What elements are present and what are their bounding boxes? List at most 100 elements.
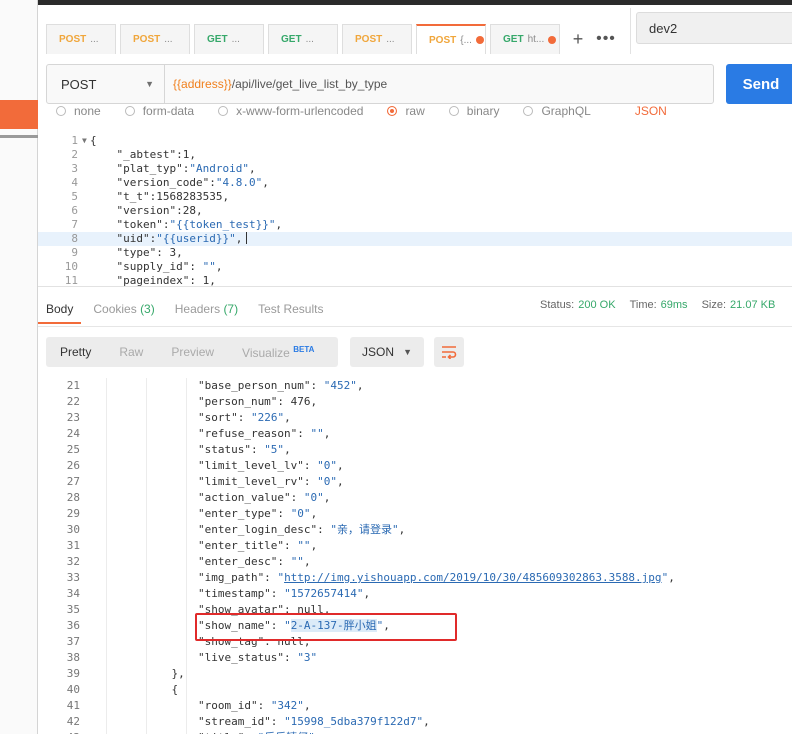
response-tab-count: (7) bbox=[223, 302, 239, 316]
body-type-option[interactable]: raw bbox=[387, 106, 425, 120]
request-tab[interactable]: POST... bbox=[342, 24, 412, 54]
response-text: "title": "乐乐精仔", bbox=[92, 730, 322, 734]
response-text: "base_person_num": "452", bbox=[92, 379, 364, 392]
view-mode-label: Preview bbox=[171, 345, 215, 359]
body-type-option[interactable]: form-data bbox=[124, 106, 194, 120]
response-status: Status: 200 OK Time: 69ms Size: 21.07 KB bbox=[540, 299, 789, 311]
request-tab[interactable]: POST... bbox=[46, 24, 116, 54]
pane-divider[interactable] bbox=[38, 286, 792, 287]
response-text: "action_value": "0", bbox=[92, 491, 331, 504]
time-label: Time: bbox=[629, 299, 657, 311]
tab-options-button[interactable]: ••• bbox=[592, 26, 620, 52]
chevron-down-icon: ▼ bbox=[403, 347, 412, 357]
line-number: 5 bbox=[71, 190, 78, 203]
request-tab[interactable]: POST... bbox=[120, 24, 190, 54]
text-cursor bbox=[246, 232, 248, 244]
response-tab[interactable]: Test Results bbox=[250, 294, 331, 324]
unsaved-dot-icon bbox=[475, 36, 484, 44]
view-mode-button[interactable]: Visualize BETA bbox=[228, 345, 328, 360]
size-value[interactable]: 21.07 KB bbox=[730, 299, 775, 311]
line-number: 22 bbox=[66, 395, 80, 408]
line-number: 37 bbox=[66, 635, 80, 648]
request-tab[interactable]: GET... bbox=[268, 24, 338, 54]
view-mode-button[interactable]: Raw bbox=[105, 345, 157, 359]
body-type-option[interactable]: none bbox=[56, 106, 101, 120]
line-number: 25 bbox=[66, 443, 80, 456]
line-number: 2 bbox=[71, 148, 78, 161]
tab-name: ht... bbox=[527, 34, 545, 45]
tab-name: ... bbox=[164, 34, 173, 45]
code-text: "t_t":1568283535, bbox=[90, 190, 230, 203]
fold-icon bbox=[82, 190, 90, 204]
response-tab-label: Body bbox=[46, 302, 74, 316]
code-text: "token":"{{token_test}}", bbox=[90, 218, 283, 231]
response-line: 34 "timestamp": "1572657414", bbox=[38, 586, 792, 602]
response-tabs-underline bbox=[38, 326, 792, 327]
line-number: 6 bbox=[71, 204, 78, 217]
response-tab-label: Test Results bbox=[258, 302, 324, 316]
background-window-strip bbox=[0, 0, 38, 734]
url-input[interactable]: {{address}}/api/live/get_live_list_by_ty… bbox=[165, 77, 387, 91]
response-text: "stream_id": "15998_5dba379f122d7", bbox=[92, 715, 430, 728]
body-type-option[interactable]: x-www-form-urlencoded bbox=[218, 106, 363, 120]
line-number: 39 bbox=[66, 667, 80, 680]
response-line: 23 "sort": "226", bbox=[38, 410, 792, 426]
response-line: 28 "action_value": "0", bbox=[38, 490, 792, 506]
tab-name: ... bbox=[90, 34, 99, 45]
method-select[interactable]: POST ▼ bbox=[47, 65, 165, 103]
line-number: 23 bbox=[66, 411, 80, 424]
radio-icon bbox=[387, 106, 398, 116]
body-type-option[interactable]: binary bbox=[448, 106, 499, 120]
body-type-option[interactable]: JSON bbox=[635, 106, 667, 120]
response-tab[interactable]: Headers (7) bbox=[167, 294, 246, 324]
response-line: 27 "limit_level_rv": "0", bbox=[38, 474, 792, 490]
send-button[interactable]: Send bbox=[726, 64, 792, 104]
response-text: "timestamp": "1572657414", bbox=[92, 587, 371, 600]
code-text: "version_code":"4.8.0", bbox=[90, 176, 269, 189]
request-tabs: POST... POST... GET... GET... POST... POST {..… bbox=[46, 24, 564, 54]
response-tab-label: Headers bbox=[174, 302, 221, 316]
code-text: "uid":"{{userid}}", bbox=[90, 232, 243, 245]
fold-icon[interactable]: ▼ bbox=[82, 134, 90, 148]
code-text: "plat_typ":"Android", bbox=[90, 162, 256, 175]
body-type-label: none bbox=[74, 106, 101, 118]
response-lines: 21 "base_person_num": "452", 22 "person_n… bbox=[38, 378, 792, 734]
request-tab[interactable]: POST {... bbox=[416, 24, 486, 54]
status-value[interactable]: 200 OK bbox=[578, 299, 615, 311]
postman-window: POST... POST... GET... GET... POST... POST {..… bbox=[38, 0, 792, 734]
response-text: "enter_type": "0", bbox=[92, 507, 318, 520]
code-line: 5 "t_t":1568283535, bbox=[38, 190, 792, 204]
chevron-down-icon: ▼ bbox=[145, 79, 154, 89]
line-number: 10 bbox=[64, 260, 78, 273]
size-label: Size: bbox=[701, 299, 727, 311]
highlight-annotation-box bbox=[195, 613, 457, 641]
line-number: 35 bbox=[66, 603, 80, 616]
response-tab[interactable]: Body bbox=[38, 294, 82, 324]
environment-selector[interactable]: dev2 bbox=[636, 12, 792, 44]
response-tab[interactable]: Cookies (3) bbox=[85, 294, 162, 324]
time-value[interactable]: 69ms bbox=[661, 299, 688, 311]
tab-name: {... bbox=[460, 34, 472, 46]
response-toolbar: Pretty Raw Preview Visualize BETA JSON ▼ bbox=[46, 337, 464, 367]
code-text: "supply_id": "", bbox=[90, 260, 223, 273]
format-select[interactable]: JSON ▼ bbox=[350, 337, 424, 367]
window-top-bar bbox=[38, 0, 792, 5]
view-mode-button[interactable]: Pretty bbox=[46, 345, 105, 359]
view-mode-button[interactable]: Preview bbox=[157, 345, 228, 359]
response-tab-label: Cookies bbox=[93, 302, 137, 316]
tab-method: POST bbox=[429, 34, 457, 46]
background-orange-bar bbox=[0, 100, 38, 129]
wrap-lines-button[interactable] bbox=[434, 337, 464, 367]
tab-separator bbox=[630, 8, 631, 54]
status-label: Status: bbox=[540, 299, 575, 311]
request-tab[interactable]: GET ht... bbox=[490, 24, 560, 54]
response-text: "sort": "226", bbox=[92, 411, 291, 424]
request-tab[interactable]: GET... bbox=[194, 24, 264, 54]
response-line: 29 "enter_type": "0", bbox=[38, 506, 792, 522]
fold-icon bbox=[82, 176, 90, 190]
body-type-option[interactable]: GraphQL bbox=[523, 106, 591, 120]
request-body-editor[interactable]: 1 ▼{2 "_abtest":1, 3 "plat_typ":"Android",… bbox=[38, 134, 792, 286]
line-number: 42 bbox=[66, 715, 80, 728]
new-tab-button[interactable]: + bbox=[564, 26, 592, 52]
response-body-viewer[interactable]: 21 "base_person_num": "452", 22 "person_n… bbox=[38, 378, 792, 734]
